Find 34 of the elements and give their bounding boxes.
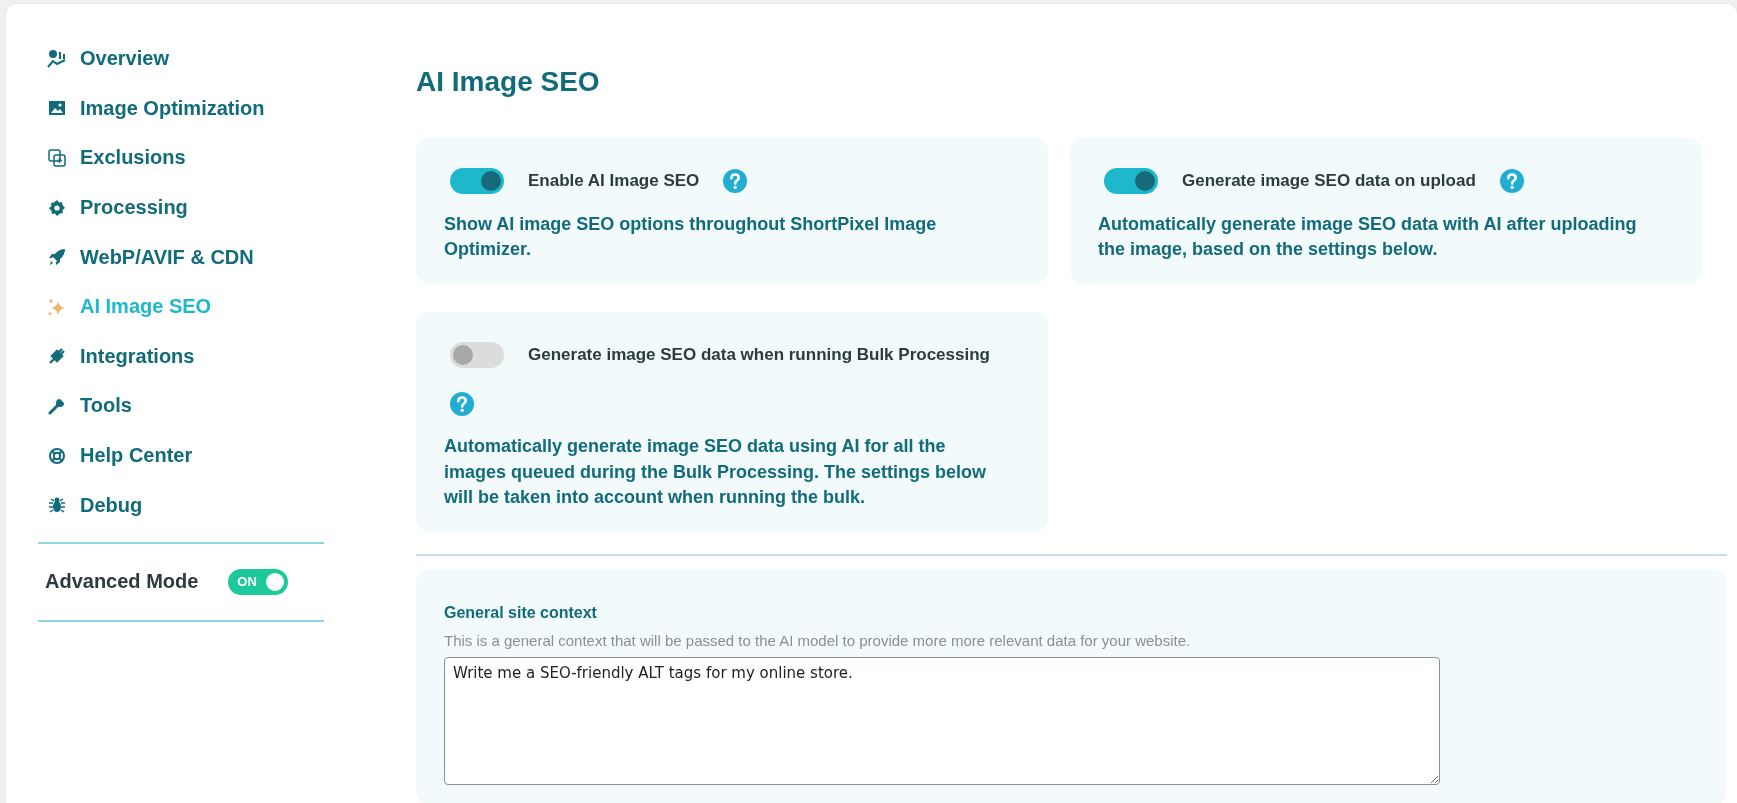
context-hint: This is a general context that will be passed to the AI model to provide more more relevant data for your website. bbox=[444, 631, 1192, 649]
sidebar-item[interactable]: Help Center bbox=[38, 430, 193, 481]
sidebar-item[interactable]: Processing bbox=[38, 182, 188, 233]
sidebar-item[interactable]: Exclusions bbox=[38, 133, 186, 183]
sidebar-item[interactable]: Integrations bbox=[38, 331, 195, 382]
image-icon bbox=[48, 100, 66, 117]
setting-label: Generate image SEO data on upload bbox=[1182, 171, 1476, 191]
plug-icon bbox=[48, 347, 66, 366]
setting-description: Automatically generate image SEO data using AI for all the images queued during the Bulk Processing. The settings below will be taken into account when running the bulk. bbox=[444, 435, 988, 509]
setting-label: Generate image SEO data when running Bulk Processing bbox=[528, 345, 990, 366]
help-icon[interactable] bbox=[1499, 169, 1524, 193]
rocket-icon bbox=[48, 248, 66, 267]
sidebar-item[interactable]: Overview bbox=[38, 34, 169, 84]
sidebar-item[interactable]: WebP/AVIF & CDN bbox=[38, 232, 254, 282]
sidebar-item[interactable]: Tools bbox=[38, 381, 132, 431]
chart-icon bbox=[47, 48, 67, 69]
wrench-icon bbox=[48, 396, 66, 415]
advanced-mode-label: Advanced Mode bbox=[45, 570, 199, 594]
context-title: General site context bbox=[444, 603, 598, 622]
help-icon[interactable] bbox=[450, 392, 474, 417]
toggle-switch[interactable] bbox=[450, 342, 504, 369]
lifebuoy-icon bbox=[48, 446, 66, 465]
setting-label: Enable AI Image SEO bbox=[528, 171, 700, 191]
bug-icon bbox=[48, 496, 66, 515]
toggle-switch[interactable] bbox=[1104, 168, 1158, 194]
context-textarea[interactable]: Write me a SEO-friendly ALT tags for my online store. bbox=[444, 656, 1440, 785]
sidebar-item[interactable]: Debug bbox=[38, 480, 143, 530]
gear-icon bbox=[48, 198, 66, 217]
toggle-switch[interactable] bbox=[450, 168, 504, 194]
sidebar-item[interactable]: Image Optimization bbox=[38, 83, 265, 134]
setting-description: Show AI image SEO options throughout ShortPixel Image Optimizer. bbox=[444, 213, 938, 262]
page-title: AI Image SEO bbox=[416, 66, 601, 98]
help-icon[interactable] bbox=[723, 169, 748, 193]
setting-description: Automatically generate image SEO data with AI after uploading the image, based on the settings below. bbox=[1098, 213, 1638, 262]
